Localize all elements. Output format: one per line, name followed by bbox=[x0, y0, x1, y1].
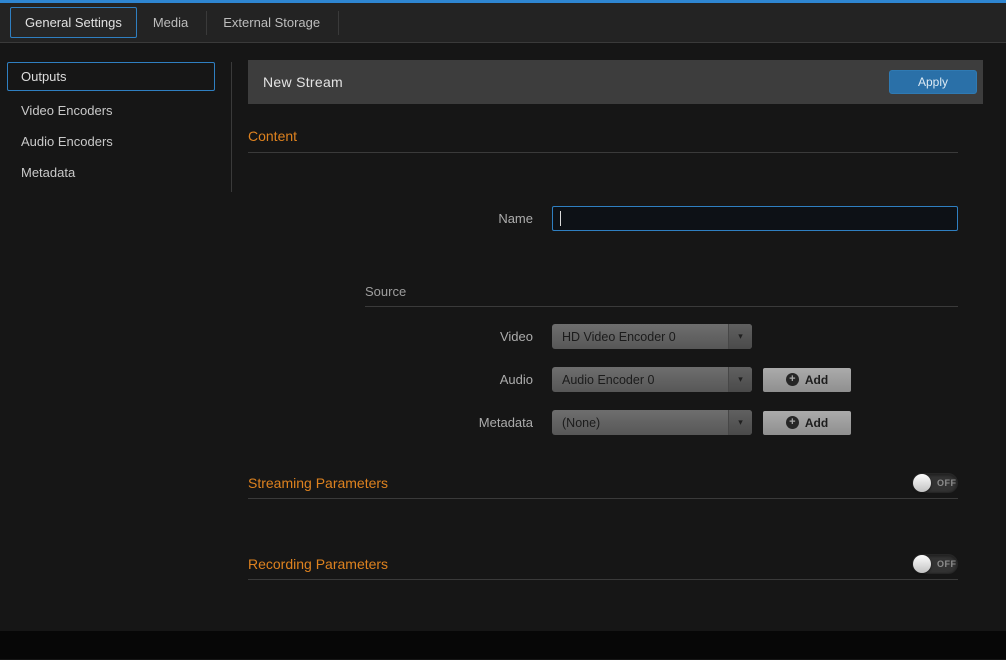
audio-label: Audio bbox=[248, 372, 533, 387]
plus-icon: + bbox=[786, 416, 799, 429]
recording-divider bbox=[248, 579, 958, 580]
audio-row: Audio Audio Encoder 0 ▾ + Add bbox=[248, 367, 958, 392]
toggle-knob bbox=[913, 555, 931, 573]
tab-separator bbox=[206, 11, 207, 35]
source-title: Source bbox=[365, 284, 958, 299]
footer-bar bbox=[0, 631, 1006, 659]
add-button-label: Add bbox=[805, 416, 828, 430]
name-label: Name bbox=[248, 211, 533, 226]
toggle-knob bbox=[913, 474, 931, 492]
tab-separator bbox=[338, 11, 339, 35]
sidebar-divider bbox=[231, 62, 232, 192]
sidebar-item-metadata[interactable]: Metadata bbox=[0, 157, 232, 188]
tab-external-storage[interactable]: External Storage bbox=[209, 8, 334, 37]
add-button-label: Add bbox=[805, 373, 828, 387]
stream-header-bar: New Stream Apply bbox=[248, 60, 983, 104]
streaming-params-row: Streaming Parameters OFF bbox=[248, 473, 958, 493]
apply-button[interactable]: Apply bbox=[889, 70, 977, 94]
sidebar-item-outputs[interactable]: Outputs bbox=[7, 62, 215, 91]
toggle-off-label: OFF bbox=[937, 559, 957, 569]
name-row: Name bbox=[248, 206, 958, 231]
sidebar-item-audio-encoders[interactable]: Audio Encoders bbox=[0, 126, 232, 157]
streaming-divider bbox=[248, 498, 958, 499]
audio-select-value: Audio Encoder 0 bbox=[552, 373, 654, 387]
content-section-title: Content bbox=[248, 128, 958, 144]
page-title: New Stream bbox=[263, 74, 343, 90]
content-divider bbox=[248, 152, 958, 153]
metadata-row: Metadata (None) ▾ + Add bbox=[248, 410, 958, 435]
metadata-add-button[interactable]: + Add bbox=[763, 411, 851, 435]
metadata-select-value: (None) bbox=[552, 416, 600, 430]
video-row: Video HD Video Encoder 0 ▾ bbox=[248, 324, 958, 349]
toggle-off-label: OFF bbox=[937, 478, 957, 488]
tab-general-settings[interactable]: General Settings bbox=[10, 7, 137, 38]
metadata-label: Metadata bbox=[248, 415, 533, 430]
name-input-wrap bbox=[552, 206, 958, 231]
chevron-down-icon: ▾ bbox=[728, 367, 752, 392]
form-area: Content Name Source Video HD Video Encod… bbox=[248, 128, 983, 580]
recording-params-title: Recording Parameters bbox=[248, 556, 388, 572]
chevron-down-icon: ▾ bbox=[728, 324, 752, 349]
plus-icon: + bbox=[786, 373, 799, 386]
name-input[interactable] bbox=[552, 206, 958, 231]
text-cursor bbox=[560, 211, 561, 226]
audio-add-button[interactable]: + Add bbox=[763, 368, 851, 392]
sidebar: Outputs Video Encoders Audio Encoders Me… bbox=[0, 43, 232, 631]
source-divider bbox=[365, 306, 958, 307]
recording-toggle[interactable]: OFF bbox=[912, 554, 958, 574]
audio-select[interactable]: Audio Encoder 0 ▾ bbox=[552, 367, 752, 392]
metadata-select[interactable]: (None) ▾ bbox=[552, 410, 752, 435]
video-select[interactable]: HD Video Encoder 0 ▾ bbox=[552, 324, 752, 349]
sidebar-item-video-encoders[interactable]: Video Encoders bbox=[0, 95, 232, 126]
streaming-toggle[interactable]: OFF bbox=[912, 473, 958, 493]
app-window: General Settings Media External Storage … bbox=[0, 0, 1006, 659]
tab-media[interactable]: Media bbox=[139, 8, 202, 37]
main-content: New Stream Apply Content Name Source Vid… bbox=[248, 43, 983, 631]
tab-bar: General Settings Media External Storage bbox=[0, 3, 1006, 43]
video-label: Video bbox=[248, 329, 533, 344]
body-area: Outputs Video Encoders Audio Encoders Me… bbox=[0, 43, 1006, 631]
recording-params-row: Recording Parameters OFF bbox=[248, 554, 958, 574]
video-select-value: HD Video Encoder 0 bbox=[552, 330, 676, 344]
streaming-params-title: Streaming Parameters bbox=[248, 475, 388, 491]
chevron-down-icon: ▾ bbox=[728, 410, 752, 435]
